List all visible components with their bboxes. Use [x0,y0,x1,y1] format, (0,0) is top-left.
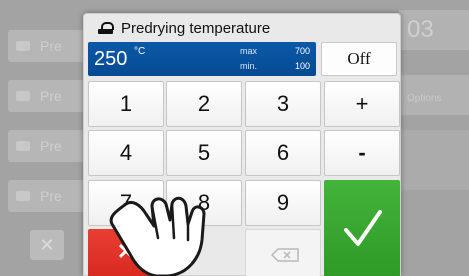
background-program-number: 03 [399,10,469,50]
background-row-label: Pre [40,88,62,104]
key-3-button[interactable]: 3 [245,81,321,127]
key-1-button[interactable]: 1 [88,81,164,127]
furnace-icon [16,41,30,51]
min-value: 100 [294,61,310,71]
minus-button[interactable]: - [324,130,400,176]
off-button[interactable]: Off [321,42,397,76]
cancel-button[interactable]: ✕ [88,229,164,276]
key-7-button[interactable]: 7 [88,180,164,226]
plus-button[interactable]: + [324,81,400,127]
furnace-icon [98,22,114,34]
dialog-title-bar: Predrying temperature [98,18,270,38]
backspace-icon [271,248,299,262]
numeric-keypad-dialog: Predrying temperature 250 °C max 700 min… [83,13,401,276]
dialog-title: Predrying temperature [121,19,271,37]
background-options: Options [399,75,469,115]
max-label: max [240,46,258,56]
furnace-icon [16,141,30,151]
background-row-label: Pre [40,138,62,154]
key-5-button[interactable]: 5 [166,130,242,176]
checkmark-icon [344,210,382,246]
backspace-button[interactable] [245,229,321,276]
background-panel [399,130,469,190]
background-close-button: ✕ [30,230,64,260]
value-display: 250 °C max 700 min. 100 [88,42,316,76]
key-4-button[interactable]: 4 [88,130,164,176]
min-label: min. [240,61,258,71]
key-8-button[interactable]: 8 [166,180,242,226]
key-6-button[interactable]: 6 [245,130,321,176]
key-2-button[interactable]: 2 [166,81,242,127]
value-unit: °C [134,46,146,57]
current-value: 250 [94,48,128,70]
furnace-icon [16,91,30,101]
background-row-label: Pre [40,188,62,204]
max-value: 700 [294,46,310,56]
key-9-button[interactable]: 9 [245,180,321,226]
background-row-label: Pre [40,38,62,54]
furnace-icon [16,191,30,201]
confirm-button[interactable] [324,180,400,276]
